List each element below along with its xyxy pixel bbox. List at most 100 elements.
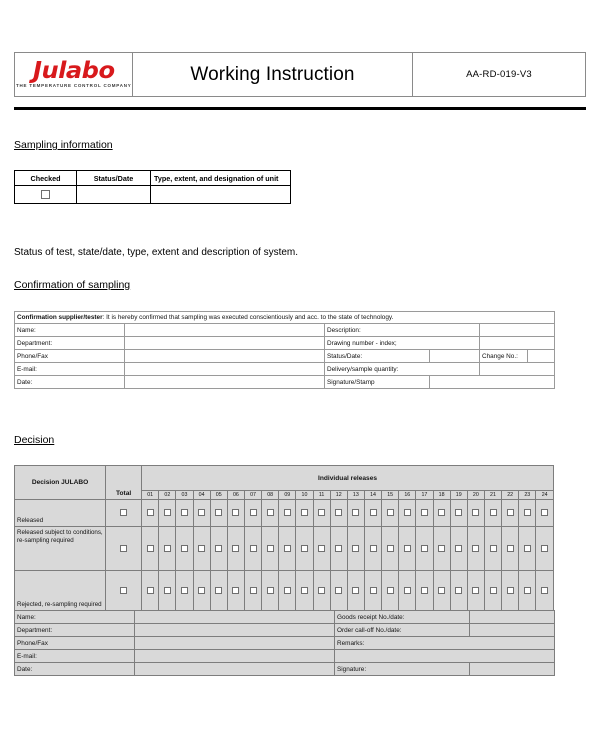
release-checkbox-cell[interactable] xyxy=(158,526,177,571)
checkbox-icon[interactable] xyxy=(420,544,428,552)
checkbox-icon[interactable] xyxy=(403,586,411,594)
release-checkbox-cell[interactable] xyxy=(535,570,554,611)
release-checkbox-cell[interactable] xyxy=(243,526,263,571)
foot-value-goods-receipt[interactable] xyxy=(469,610,555,624)
release-checkbox-cell[interactable] xyxy=(432,570,451,611)
checkbox-icon[interactable] xyxy=(523,544,531,552)
checkbox-icon[interactable] xyxy=(300,544,308,552)
checkbox-icon[interactable] xyxy=(541,544,549,552)
checkbox-icon[interactable] xyxy=(369,586,377,594)
confirm-value-date[interactable] xyxy=(124,375,325,389)
release-checkbox-cell[interactable] xyxy=(158,570,177,611)
release-checkbox-cell[interactable] xyxy=(381,499,400,527)
release-checkbox-cell[interactable] xyxy=(398,499,417,527)
checkbox-icon[interactable] xyxy=(41,190,50,199)
release-checkbox-cell[interactable] xyxy=(363,570,383,611)
checkbox-icon[interactable] xyxy=(120,586,128,594)
checkbox-icon[interactable] xyxy=(352,509,360,517)
checkbox-icon[interactable] xyxy=(300,586,308,594)
checkbox-icon[interactable] xyxy=(215,509,223,517)
release-checkbox-cell[interactable] xyxy=(518,526,537,571)
release-checkbox-cell[interactable] xyxy=(518,499,537,527)
release-checkbox-cell[interactable] xyxy=(501,526,520,571)
foot-value-date[interactable] xyxy=(134,662,335,676)
checkbox-icon[interactable] xyxy=(489,544,497,552)
foot-value-signature[interactable] xyxy=(469,662,555,676)
checkbox-icon[interactable] xyxy=(523,586,531,594)
checkbox-icon[interactable] xyxy=(283,586,291,594)
checkbox-icon[interactable] xyxy=(232,544,240,552)
release-checkbox-cell[interactable] xyxy=(295,499,314,527)
checkbox-icon[interactable] xyxy=(403,544,411,552)
release-checkbox-cell[interactable] xyxy=(312,570,331,611)
checkbox-icon[interactable] xyxy=(232,509,240,517)
release-checkbox-cell[interactable] xyxy=(192,570,211,611)
release-checkbox-cell[interactable] xyxy=(415,570,434,611)
checkbox-icon[interactable] xyxy=(506,544,514,552)
release-checkbox-cell[interactable] xyxy=(192,499,211,527)
confirm-value-status-date[interactable] xyxy=(429,349,480,363)
release-checkbox-cell[interactable] xyxy=(209,499,228,527)
checkbox-icon[interactable] xyxy=(266,509,274,517)
checkbox-icon[interactable] xyxy=(318,586,326,594)
release-checkbox-cell[interactable] xyxy=(449,526,468,571)
release-checkbox-cell[interactable] xyxy=(466,499,485,527)
foot-value-remarks[interactable] xyxy=(334,649,555,663)
checkbox-icon[interactable] xyxy=(438,509,446,517)
release-checkbox-cell[interactable] xyxy=(312,526,331,571)
checkbox-icon[interactable] xyxy=(163,509,171,517)
confirm-value-drawing-number[interactable] xyxy=(478,336,556,350)
release-checkbox-cell[interactable] xyxy=(363,499,383,527)
checkbox-icon[interactable] xyxy=(249,509,257,517)
checkbox-icon[interactable] xyxy=(180,509,188,517)
checkbox-icon[interactable] xyxy=(335,544,343,552)
release-checkbox-cell[interactable] xyxy=(466,526,485,571)
checkbox-icon[interactable] xyxy=(146,544,154,552)
checkbox-icon[interactable] xyxy=(146,509,154,517)
checkbox-icon[interactable] xyxy=(283,544,291,552)
checkbox-icon[interactable] xyxy=(541,509,549,517)
checkbox-icon[interactable] xyxy=(438,544,446,552)
checkbox-icon[interactable] xyxy=(472,509,480,517)
checkbox-icon[interactable] xyxy=(249,544,257,552)
release-checkbox-cell[interactable] xyxy=(295,526,314,571)
release-checkbox-cell[interactable] xyxy=(261,499,280,527)
sampling-type-extent-cell[interactable] xyxy=(150,185,291,204)
release-checkbox-cell[interactable] xyxy=(243,570,263,611)
release-checkbox-cell[interactable] xyxy=(192,526,211,571)
checkbox-icon[interactable] xyxy=(198,544,206,552)
checkbox-icon[interactable] xyxy=(369,544,377,552)
confirm-value-phone-fax[interactable] xyxy=(124,349,325,363)
release-checkbox-cell[interactable] xyxy=(141,570,160,611)
checkbox-icon[interactable] xyxy=(180,544,188,552)
checkbox-icon[interactable] xyxy=(249,586,257,594)
checkbox-icon[interactable] xyxy=(120,509,128,517)
release-checkbox-cell[interactable] xyxy=(415,526,434,571)
confirm-value-delivery-quantity[interactable] xyxy=(478,362,556,376)
release-checkbox-cell[interactable] xyxy=(483,570,503,611)
checkbox-icon[interactable] xyxy=(455,586,463,594)
release-checkbox-cell[interactable] xyxy=(535,499,554,527)
release-checkbox-cell[interactable] xyxy=(278,526,297,571)
release-checkbox-cell[interactable] xyxy=(398,570,417,611)
release-checkbox-cell[interactable] xyxy=(278,570,297,611)
checkbox-icon[interactable] xyxy=(163,586,171,594)
checkbox-icon[interactable] xyxy=(335,509,343,517)
checkbox-icon[interactable] xyxy=(541,586,549,594)
release-checkbox-cell[interactable] xyxy=(329,499,348,527)
checkbox-icon[interactable] xyxy=(198,509,206,517)
release-checkbox-cell[interactable] xyxy=(226,499,245,527)
total-checkbox-cell[interactable] xyxy=(105,526,143,571)
confirm-value-signature-stamp[interactable] xyxy=(428,375,556,389)
checkbox-icon[interactable] xyxy=(266,544,274,552)
checkbox-icon[interactable] xyxy=(455,509,463,517)
checkbox-icon[interactable] xyxy=(215,586,223,594)
release-checkbox-cell[interactable] xyxy=(209,570,228,611)
checkbox-icon[interactable] xyxy=(472,586,480,594)
checkbox-icon[interactable] xyxy=(146,586,154,594)
release-checkbox-cell[interactable] xyxy=(243,499,263,527)
release-checkbox-cell[interactable] xyxy=(175,570,194,611)
release-checkbox-cell[interactable] xyxy=(483,499,503,527)
total-checkbox-cell[interactable] xyxy=(105,570,143,611)
sampling-checked-cell[interactable] xyxy=(14,185,77,204)
